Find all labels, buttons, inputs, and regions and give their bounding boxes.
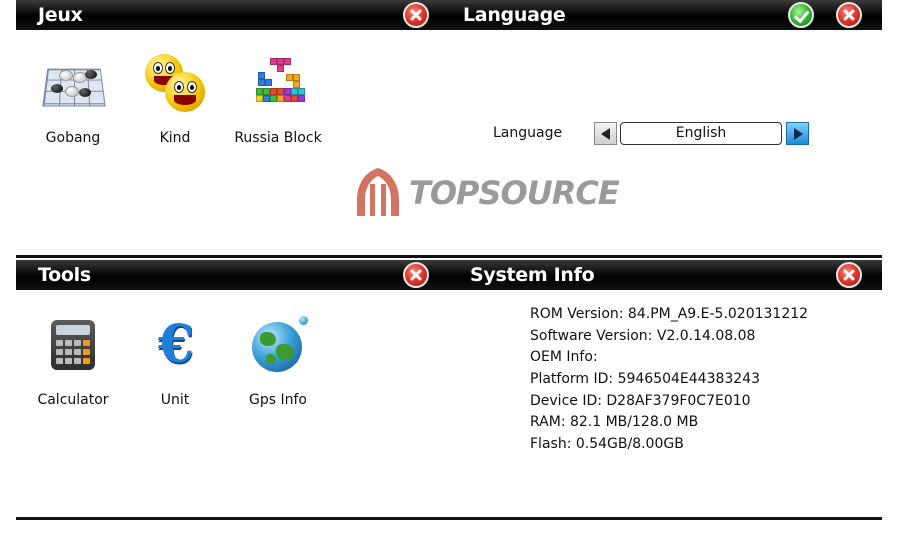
games-panel: Jeux Gobang Kind Russia Block: [16, 0, 448, 258]
system-info-panel: System Info ROM Version: 84.PM_A9.E-5.02…: [448, 260, 882, 520]
app-unit[interactable]: € Unit: [125, 314, 225, 409]
language-field-label: Language: [493, 125, 563, 141]
topsource-logo-icon: [357, 168, 399, 216]
arrow-right-icon[interactable]: [786, 122, 809, 145]
currency-unit-icon: €: [157, 314, 195, 375]
language-titlebar: Language: [448, 0, 882, 30]
arrow-left-icon[interactable]: [594, 122, 617, 145]
tools-titlebar: Tools: [16, 260, 448, 290]
topsource-watermark: TOPSOURCE: [353, 166, 620, 218]
system-info-title: System Info: [470, 264, 595, 286]
platform-id: Platform ID: 5946504E44383243: [530, 371, 761, 388]
app-label-calculator: Calculator: [37, 392, 109, 408]
calculator-icon: [41, 314, 105, 378]
app-label-unit: Unit: [160, 392, 190, 408]
app-label-kind: Kind: [159, 130, 191, 146]
system-info-titlebar: System Info: [448, 260, 882, 290]
software-version: Software Version: V2.0.14.08.08: [530, 327, 756, 344]
app-kind[interactable]: Kind: [125, 52, 225, 146]
app-label-gobang: Gobang: [45, 130, 101, 146]
app-gobang[interactable]: Gobang: [23, 52, 123, 146]
app-gps-info[interactable]: Gps Info: [228, 314, 328, 408]
language-select[interactable]: English: [620, 122, 782, 145]
language-body: Language English: [448, 30, 882, 258]
rom-version: ROM Version: 84.PM_A9.E-5.020131212: [530, 306, 809, 322]
gobang-icon: [41, 52, 106, 116]
app-russia-block[interactable]: Russia Block: [228, 52, 328, 146]
globe-icon: [246, 314, 310, 378]
system-info-list: ROM Version: 84.PM_A9.E-5.020131212 Soft…: [530, 304, 808, 456]
app-calculator[interactable]: Calculator: [23, 314, 123, 408]
flash-info: Flash: 0.54GB/8.00GB: [530, 436, 684, 453]
tools-close-icon[interactable]: [403, 262, 429, 288]
smiley-faces-icon: [143, 52, 207, 116]
games-close-icon[interactable]: [403, 2, 429, 28]
system-info-body: ROM Version: 84.PM_A9.E-5.020131212 Soft…: [448, 290, 882, 520]
oem-info: OEM Info:: [530, 349, 598, 366]
app-label-gps-info: Gps Info: [249, 392, 307, 408]
tetris-blocks-icon: [246, 52, 310, 116]
ram-info: RAM: 82.1 MB/128.0 MB: [530, 414, 699, 431]
games-title: Jeux: [38, 4, 83, 26]
games-body: Gobang Kind Russia Block: [16, 30, 448, 258]
tools-body: Calculator € Unit Gps Info: [16, 290, 448, 520]
language-title: Language: [463, 4, 566, 26]
games-titlebar: Jeux: [16, 0, 448, 30]
device-id: Device ID: D28AF379F0C7E010: [530, 392, 751, 409]
app-label-russia-block: Russia Block: [234, 130, 322, 146]
system-info-close-icon[interactable]: [836, 262, 862, 288]
tools-panel: Tools Calculator € Unit Gps Info: [16, 260, 448, 520]
language-panel: Language Language English: [448, 0, 882, 258]
tools-title: Tools: [38, 264, 91, 286]
ok-check-icon[interactable]: [788, 2, 814, 28]
watermark-text: TOPSOURCE: [409, 174, 620, 212]
language-close-icon[interactable]: [836, 2, 862, 28]
